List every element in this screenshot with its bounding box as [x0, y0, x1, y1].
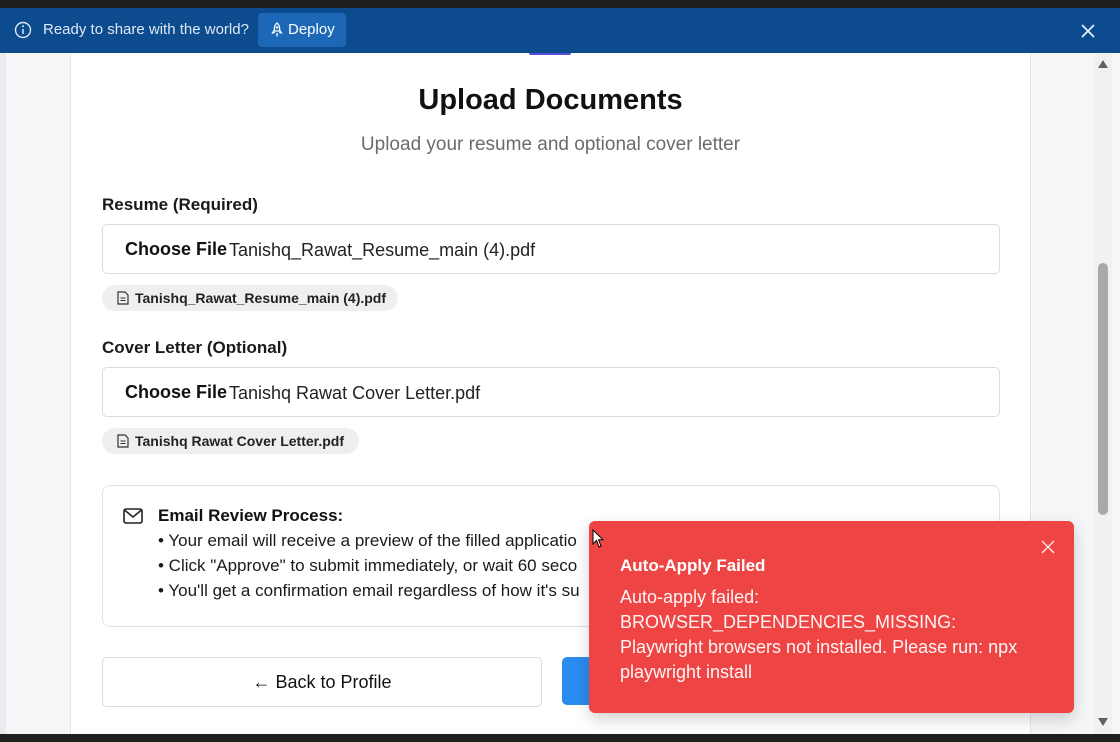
document-icon — [117, 434, 129, 448]
info-icon — [14, 21, 32, 39]
page-subtitle: Upload your resume and optional cover le… — [360, 134, 741, 155]
resume-file-input[interactable]: Choose File Tanishq_Rawat_Resume_main (4… — [102, 224, 1000, 274]
page-title: Upload Documents — [418, 84, 683, 116]
chevron-up-icon[interactable] — [552, 732, 566, 734]
deploy-button[interactable]: Deploy — [258, 13, 346, 47]
cover-letter-label: Cover Letter (Optional) — [102, 338, 288, 357]
cover-letter-file-input[interactable]: Choose File Tanishq Rawat Cover Letter.p… — [102, 367, 1000, 417]
resume-file-chip: Tanishq_Rawat_Resume_main (4).pdf — [102, 285, 398, 311]
back-to-profile-button[interactable]: ← Back to Profile — [102, 657, 542, 707]
email-review-bullet: • You'll get a confirmation email regard… — [158, 581, 580, 600]
resume-chip-text: Tanishq_Rawat_Resume_main (4).pdf — [135, 290, 387, 306]
toast-title: Auto-Apply Failed — [620, 556, 766, 575]
rocket-icon — [271, 22, 283, 37]
mouse-cursor-icon — [592, 529, 604, 548]
email-review-title: Email Review Process: — [158, 506, 344, 525]
cover-letter-choose-file-button[interactable]: Choose File — [125, 382, 227, 403]
toast-message: Auto-apply failed: BROWSER_DEPENDENCIES_… — [620, 587, 1018, 682]
banner-text: Ready to share with the world? — [43, 21, 249, 38]
scroll-up-arrow-icon[interactable] — [1098, 60, 1108, 68]
email-review-bullet: • Your email will receive a preview of t… — [158, 531, 577, 550]
cover-letter-chip-text: Tanishq Rawat Cover Letter.pdf — [135, 433, 344, 449]
error-toast: Auto-Apply Failed Auto-apply failed: BRO… — [589, 521, 1074, 713]
close-icon[interactable] — [1080, 23, 1096, 39]
left-edge — [0, 8, 6, 734]
document-icon — [117, 291, 129, 305]
cover-letter-file-chip: Tanishq Rawat Cover Letter.pdf — [102, 428, 359, 454]
email-review-bullet: • Click "Approve" to submit immediately,… — [158, 556, 578, 575]
close-icon[interactable] — [1041, 540, 1055, 554]
deploy-banner: Ready to share with the world? Deploy — [0, 8, 1120, 53]
scrollbar[interactable] — [1094, 53, 1112, 734]
resume-choose-file-button[interactable]: Choose File — [125, 239, 227, 260]
cover-letter-file-name: Tanishq Rawat Cover Letter.pdf — [229, 383, 481, 403]
resume-label: Resume (Required) — [102, 195, 258, 214]
deploy-label: Deploy — [288, 21, 335, 38]
progress-indicator — [529, 53, 571, 55]
scroll-down-arrow-icon[interactable] — [1098, 718, 1108, 726]
scroll-thumb[interactable] — [1098, 263, 1108, 515]
mail-icon — [123, 508, 143, 524]
resume-file-name: Tanishq_Rawat_Resume_main (4).pdf — [229, 240, 536, 260]
